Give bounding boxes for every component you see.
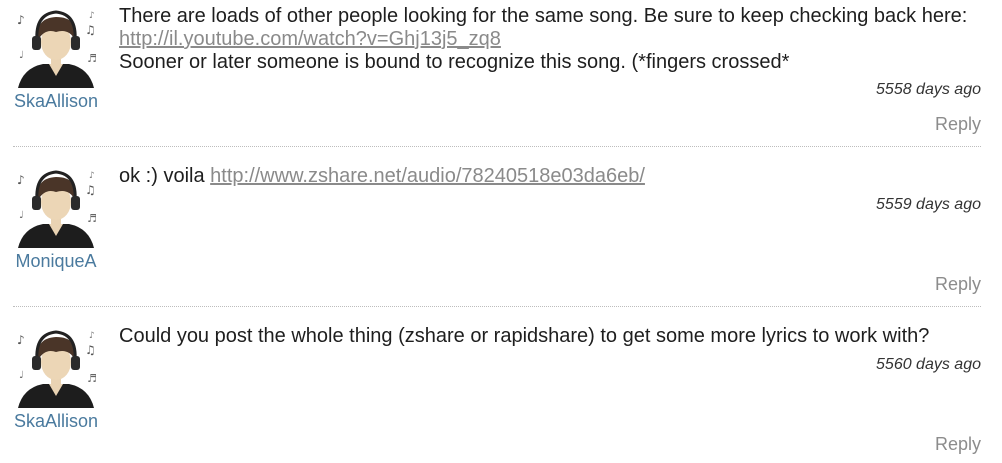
username[interactable]: SkaAllison: [13, 411, 99, 432]
comment-text-line: There are loads of other people looking …: [119, 5, 968, 27]
reply-button[interactable]: Reply: [935, 114, 981, 135]
svg-text:♩: ♩: [19, 210, 24, 221]
svg-text:♪: ♪: [17, 173, 25, 187]
comment-2-body: ok :) voila http://www.zshare.net/audio/…: [119, 165, 982, 188]
comment-text: There are loads of other people looking …: [119, 5, 982, 74]
timestamp: 5560 days ago: [876, 356, 981, 373]
svg-text:♬: ♬: [87, 212, 97, 225]
svg-text:♪: ♪: [17, 13, 25, 27]
svg-text:♩: ♩: [19, 50, 24, 61]
reply-button[interactable]: Reply: [935, 434, 981, 455]
comment-3-author: ♪ ♫ ♩ ♬ ♪ SkaAllison: [13, 326, 99, 432]
timestamp: 5559 days ago: [876, 196, 981, 213]
divider: [13, 146, 981, 147]
svg-text:♩: ♩: [19, 370, 24, 381]
svg-text:♫: ♫: [85, 343, 96, 357]
svg-text:♪: ♪: [17, 333, 25, 347]
comment-link[interactable]: http://il.youtube.com/watch?v=Ghj13j5_zq…: [119, 28, 501, 50]
user-avatar-icon[interactable]: ♪ ♫ ♩ ♬ ♪: [13, 326, 99, 408]
comment-1-author: ♪ ♫ ♩ ♬ ♪ SkaAllison: [13, 6, 99, 112]
svg-text:♬: ♬: [87, 372, 97, 385]
divider: [13, 306, 981, 307]
comment-1-body: There are loads of other people looking …: [119, 5, 982, 74]
svg-text:♫: ♫: [85, 183, 96, 197]
comment-text-line: Could you post the whole thing (zshare o…: [119, 325, 930, 347]
comment-2-author: ♪ ♫ ♩ ♬ ♪ MoniqueA: [13, 166, 99, 272]
svg-text:♬: ♬: [87, 52, 97, 65]
svg-text:♫: ♫: [85, 23, 96, 37]
svg-text:♪: ♪: [89, 11, 95, 21]
user-avatar-icon[interactable]: ♪ ♫ ♩ ♬ ♪: [13, 6, 99, 88]
reply-button[interactable]: Reply: [935, 274, 981, 295]
comment-text-line: ok :) voila: [119, 165, 205, 187]
timestamp: 5558 days ago: [876, 81, 981, 98]
svg-text:♪: ♪: [89, 171, 95, 181]
comment-link[interactable]: http://www.zshare.net/audio/78240518e03d…: [210, 165, 645, 187]
comment-text-line: Sooner or later someone is bound to reco…: [119, 51, 790, 73]
comment-text: ok :) voila http://www.zshare.net/audio/…: [119, 165, 982, 188]
svg-text:♪: ♪: [89, 331, 95, 341]
username[interactable]: SkaAllison: [13, 91, 99, 112]
username[interactable]: MoniqueA: [13, 251, 99, 272]
user-avatar-icon[interactable]: ♪ ♫ ♩ ♬ ♪: [13, 166, 99, 248]
comment-text: Could you post the whole thing (zshare o…: [119, 325, 982, 348]
comment-3-body: Could you post the whole thing (zshare o…: [119, 325, 982, 348]
